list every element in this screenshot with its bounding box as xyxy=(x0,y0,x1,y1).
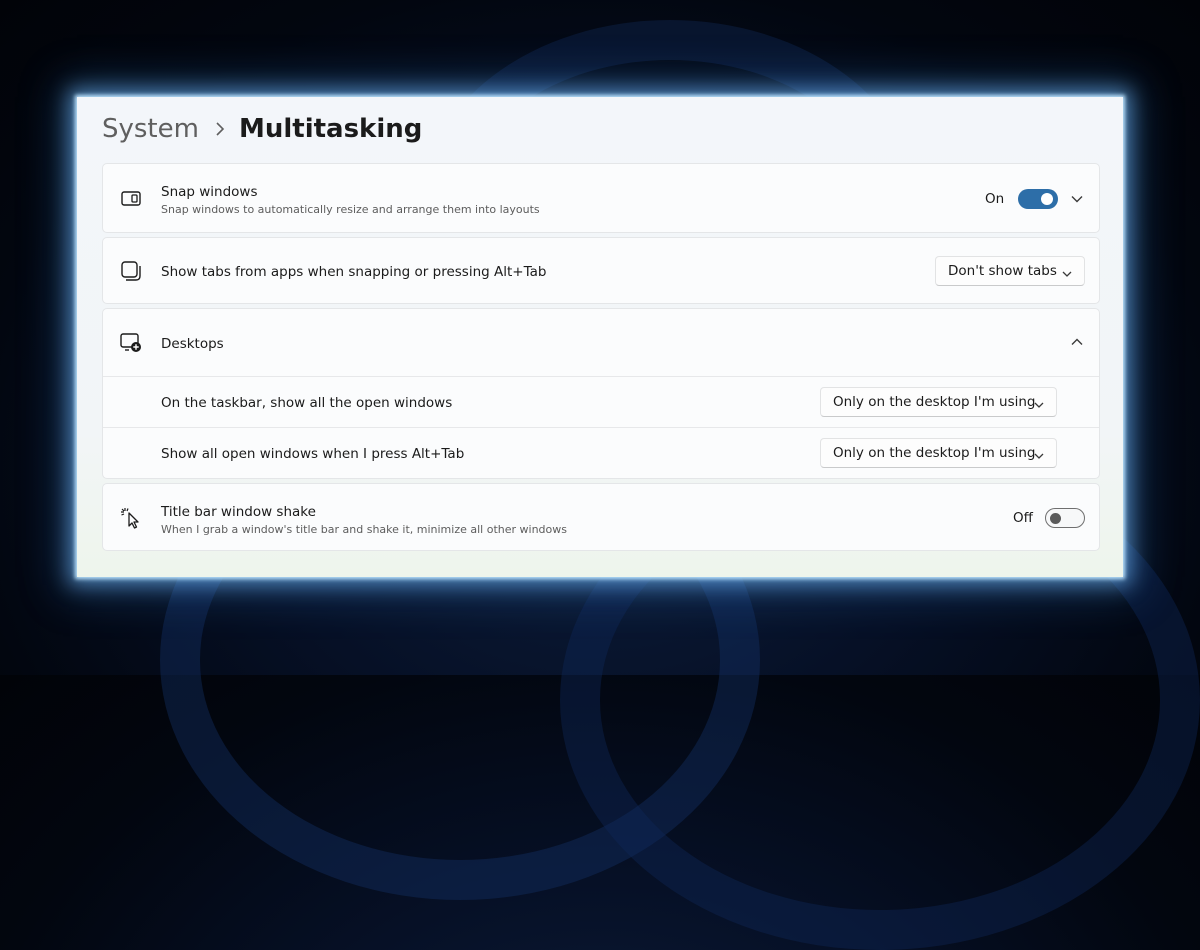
show-tabs-title: Show tabs from apps when snapping or pre… xyxy=(161,264,547,280)
chevron-down-icon xyxy=(1034,397,1044,413)
chevron-right-icon xyxy=(215,122,225,136)
snap-windows-description: Snap windows to automatically resize and… xyxy=(161,203,540,216)
snap-windows-card[interactable]: Snap windows Snap windows to automatical… xyxy=(102,163,1100,233)
chevron-down-icon[interactable] xyxy=(1067,189,1087,209)
title-bar-shake-description: When I grab a window's title bar and sha… xyxy=(161,523,567,536)
alttab-windows-label: Show all open windows when I press Alt+T… xyxy=(161,446,465,462)
cursor-shake-icon xyxy=(120,507,142,529)
alttab-windows-selected: Only on the desktop I'm using xyxy=(833,445,1036,461)
alttab-windows-dropdown[interactable]: Only on the desktop I'm using xyxy=(820,438,1057,468)
desktops-alttab-row: Show all open windows when I press Alt+T… xyxy=(103,428,1099,479)
title-bar-shake-title: Title bar window shake xyxy=(161,504,316,520)
breadcrumb-system-link[interactable]: System xyxy=(102,114,199,144)
toggle-knob xyxy=(1050,512,1061,524)
desktops-card: Desktops On the taskbar, show all the op… xyxy=(102,308,1100,479)
snap-windows-state-label: On xyxy=(985,191,1005,207)
show-tabs-card: Show tabs from apps when snapping or pre… xyxy=(102,237,1100,304)
title-bar-shake-card: Title bar window shake When I grab a win… xyxy=(102,483,1100,551)
taskbar-windows-dropdown[interactable]: Only on the desktop I'm using xyxy=(820,387,1057,417)
snap-windows-title: Snap windows xyxy=(161,184,258,200)
title-bar-shake-state-label: Off xyxy=(1013,510,1033,526)
show-tabs-selected: Don't show tabs xyxy=(948,263,1057,279)
chevron-down-icon xyxy=(1062,266,1072,282)
breadcrumb: System Multitasking xyxy=(102,111,422,147)
page-title: Multitasking xyxy=(238,114,423,144)
window-tabs-icon xyxy=(120,260,142,282)
snap-layout-icon xyxy=(120,188,142,210)
taskbar-windows-selected: Only on the desktop I'm using xyxy=(833,394,1036,410)
desktops-title: Desktops xyxy=(161,336,224,352)
toggle-knob xyxy=(1041,193,1053,205)
show-tabs-dropdown[interactable]: Don't show tabs xyxy=(935,256,1085,286)
snap-windows-toggle[interactable] xyxy=(1018,189,1058,209)
chevron-down-icon xyxy=(1034,448,1044,464)
taskbar-windows-label: On the taskbar, show all the open window… xyxy=(161,395,453,411)
chevron-up-icon[interactable] xyxy=(1067,332,1087,352)
title-bar-shake-toggle[interactable] xyxy=(1045,508,1085,528)
desktops-header[interactable]: Desktops xyxy=(103,309,1099,376)
settings-panel: System Multitasking Snap windows Snap wi… xyxy=(77,97,1123,577)
add-desktop-icon xyxy=(120,332,142,354)
desktops-taskbar-row: On the taskbar, show all the open window… xyxy=(103,377,1099,427)
